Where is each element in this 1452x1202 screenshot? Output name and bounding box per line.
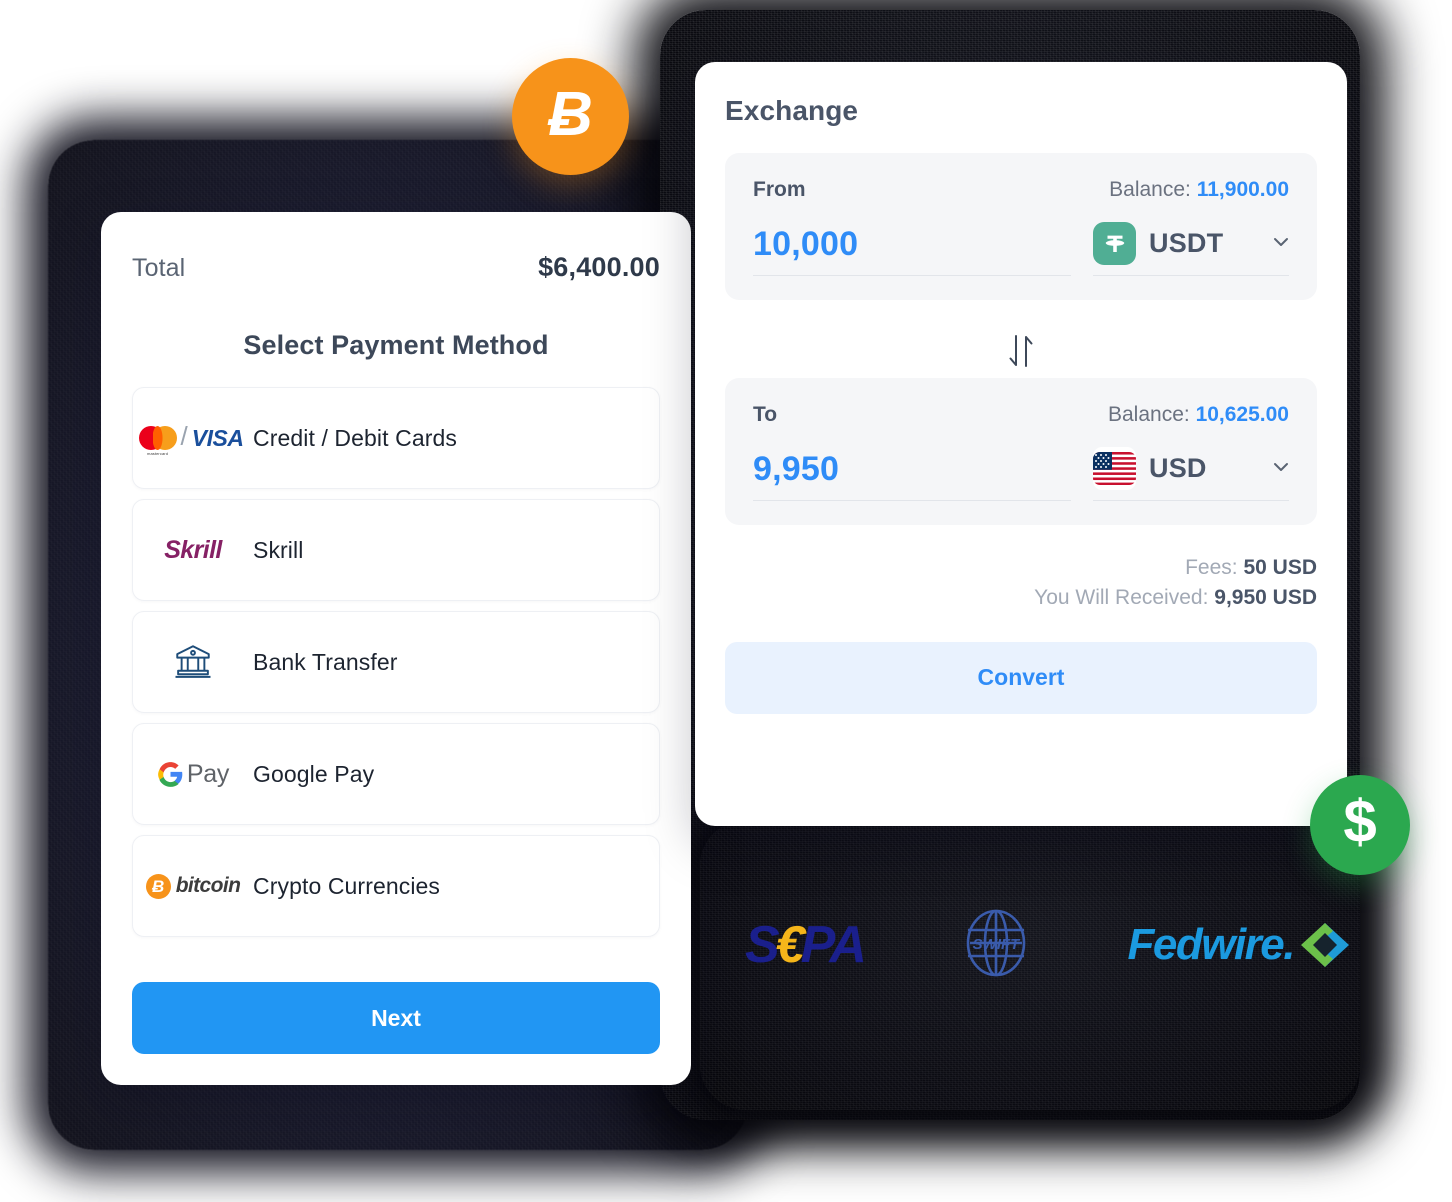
from-currency-select[interactable]: USDT — [1093, 222, 1289, 276]
partner-logos: S € PA SWIFT Fedwire. — [745, 895, 1355, 995]
received-label: You Will Received: — [1034, 586, 1209, 610]
to-currency-select[interactable]: USD — [1093, 447, 1289, 501]
payment-option-label: Crypto Currencies — [253, 872, 441, 899]
sepa-logo: S € PA — [745, 915, 867, 975]
tether-icon — [1093, 222, 1136, 265]
visa-wordmark: VISA — [191, 424, 244, 451]
chevron-down-icon[interactable] — [1273, 458, 1289, 475]
bitcoin-badge: Ƀ — [512, 58, 629, 175]
to-label: To — [753, 403, 778, 426]
payment-option-bank-transfer[interactable]: Bank Transfer — [132, 611, 660, 713]
google-g-icon — [158, 761, 183, 787]
convert-button[interactable]: Convert — [725, 641, 1317, 714]
fees-label: Fees: — [1185, 556, 1238, 579]
fedwire-mark-icon — [1301, 923, 1349, 967]
sepa-euro-icon: € — [775, 916, 805, 974]
from-amount-input[interactable]: 10,000 — [753, 227, 1071, 276]
to-amount-input[interactable]: 9,950 — [753, 452, 1071, 501]
mastercard-icon: mastercard — [138, 426, 177, 456]
fedwire-logo: Fedwire. — [1128, 920, 1356, 970]
payment-option-google-pay[interactable]: Pay Google Pay — [132, 723, 660, 825]
total-row: Total $6,400.00 — [132, 252, 660, 283]
gpay-wordmark: Pay — [186, 759, 230, 788]
fees-summary: Fees: 50 USD You Will Received: 9,950 US… — [725, 553, 1317, 614]
payment-method-list: mastercard / VISA Credit / Debit Cards S… — [132, 387, 660, 937]
received-value: 9,950 USD — [1214, 586, 1317, 610]
from-currency-code: USDT — [1149, 228, 1224, 258]
to-balance-value: 10,625.00 — [1195, 403, 1289, 426]
fedwire-wordmark: Fedwire. — [1127, 920, 1296, 969]
bank-icon — [133, 641, 253, 683]
chevron-down-icon[interactable] — [1273, 233, 1289, 250]
page-title: Select Payment Method — [243, 330, 549, 360]
bitcoin-icon: Ƀ — [145, 873, 171, 899]
swap-row — [725, 324, 1317, 378]
payment-option-label: Skrill — [253, 536, 304, 563]
from-balance: Balance: 11,900.00 — [1109, 178, 1289, 202]
payment-option-label: Bank Transfer — [253, 648, 398, 675]
mastercard-visa-logo: mastercard / VISA — [133, 420, 253, 456]
to-amount-value: 9,950 — [753, 450, 840, 489]
swift-logo: SWIFT — [959, 906, 1033, 985]
skrill-wordmark: Skrill — [164, 535, 222, 564]
to-balance-label: Balance: — [1107, 403, 1190, 426]
payment-option-label: Google Pay — [253, 760, 375, 787]
received-line: You Will Received: 9,950 USD — [725, 583, 1317, 613]
fees-value: 50 USD — [1243, 556, 1317, 579]
dollar-badge: $ — [1310, 775, 1410, 875]
bitcoin-logo: Ƀ bitcoin — [133, 873, 253, 899]
payment-method-card: Total $6,400.00 Select Payment Method ma… — [101, 212, 691, 1085]
from-label: From — [753, 178, 806, 201]
from-balance-value: 11,900.00 — [1196, 178, 1289, 201]
sepa-pa: PA — [800, 916, 867, 974]
fees-line: Fees: 50 USD — [725, 553, 1317, 583]
google-pay-logo: Pay — [133, 760, 253, 789]
exchange-card: Exchange From Balance: 11,900.00 10,000 — [695, 62, 1347, 826]
dollar-symbol: $ — [1343, 788, 1377, 855]
mastercard-wordmark: mastercard — [147, 451, 169, 456]
us-flag-icon — [1093, 447, 1136, 490]
total-value: $6,400.00 — [538, 252, 660, 282]
swap-vertical-icon[interactable] — [994, 324, 1048, 378]
exchange-title: Exchange — [725, 95, 859, 126]
slash-divider: / — [180, 420, 188, 451]
exchange-from-section: From Balance: 11,900.00 10,000 USDT — [725, 153, 1317, 300]
payment-option-label: Credit / Debit Cards — [253, 424, 457, 451]
payment-option-crypto-currencies[interactable]: Ƀ bitcoin Crypto Currencies — [132, 835, 660, 937]
bitcoin-wordmark: bitcoin — [175, 874, 241, 897]
swift-wordmark: SWIFT — [973, 936, 1021, 953]
payment-option-skrill[interactable]: Skrill Skrill — [132, 499, 660, 601]
to-balance: Balance: 10,625.00 — [1108, 403, 1289, 427]
exchange-to-section: To Balance: 10,625.00 9,950 USD — [725, 378, 1317, 525]
to-currency-code: USD — [1149, 453, 1207, 483]
from-amount-value: 10,000 — [753, 225, 859, 264]
next-button[interactable]: Next — [132, 982, 660, 1054]
from-balance-label: Balance: — [1109, 178, 1191, 201]
payment-option-credit-debit-cards[interactable]: mastercard / VISA Credit / Debit Cards — [132, 387, 660, 489]
tether-glyph — [1105, 235, 1124, 252]
total-label: Total — [132, 254, 186, 282]
us-flag-glyph — [1093, 452, 1136, 485]
swift-globe-icon: SWIFT — [966, 909, 1026, 976]
skrill-logo: Skrill — [133, 536, 253, 565]
sepa-s: S — [745, 916, 780, 974]
bitcoin-symbol: Ƀ — [548, 79, 593, 149]
